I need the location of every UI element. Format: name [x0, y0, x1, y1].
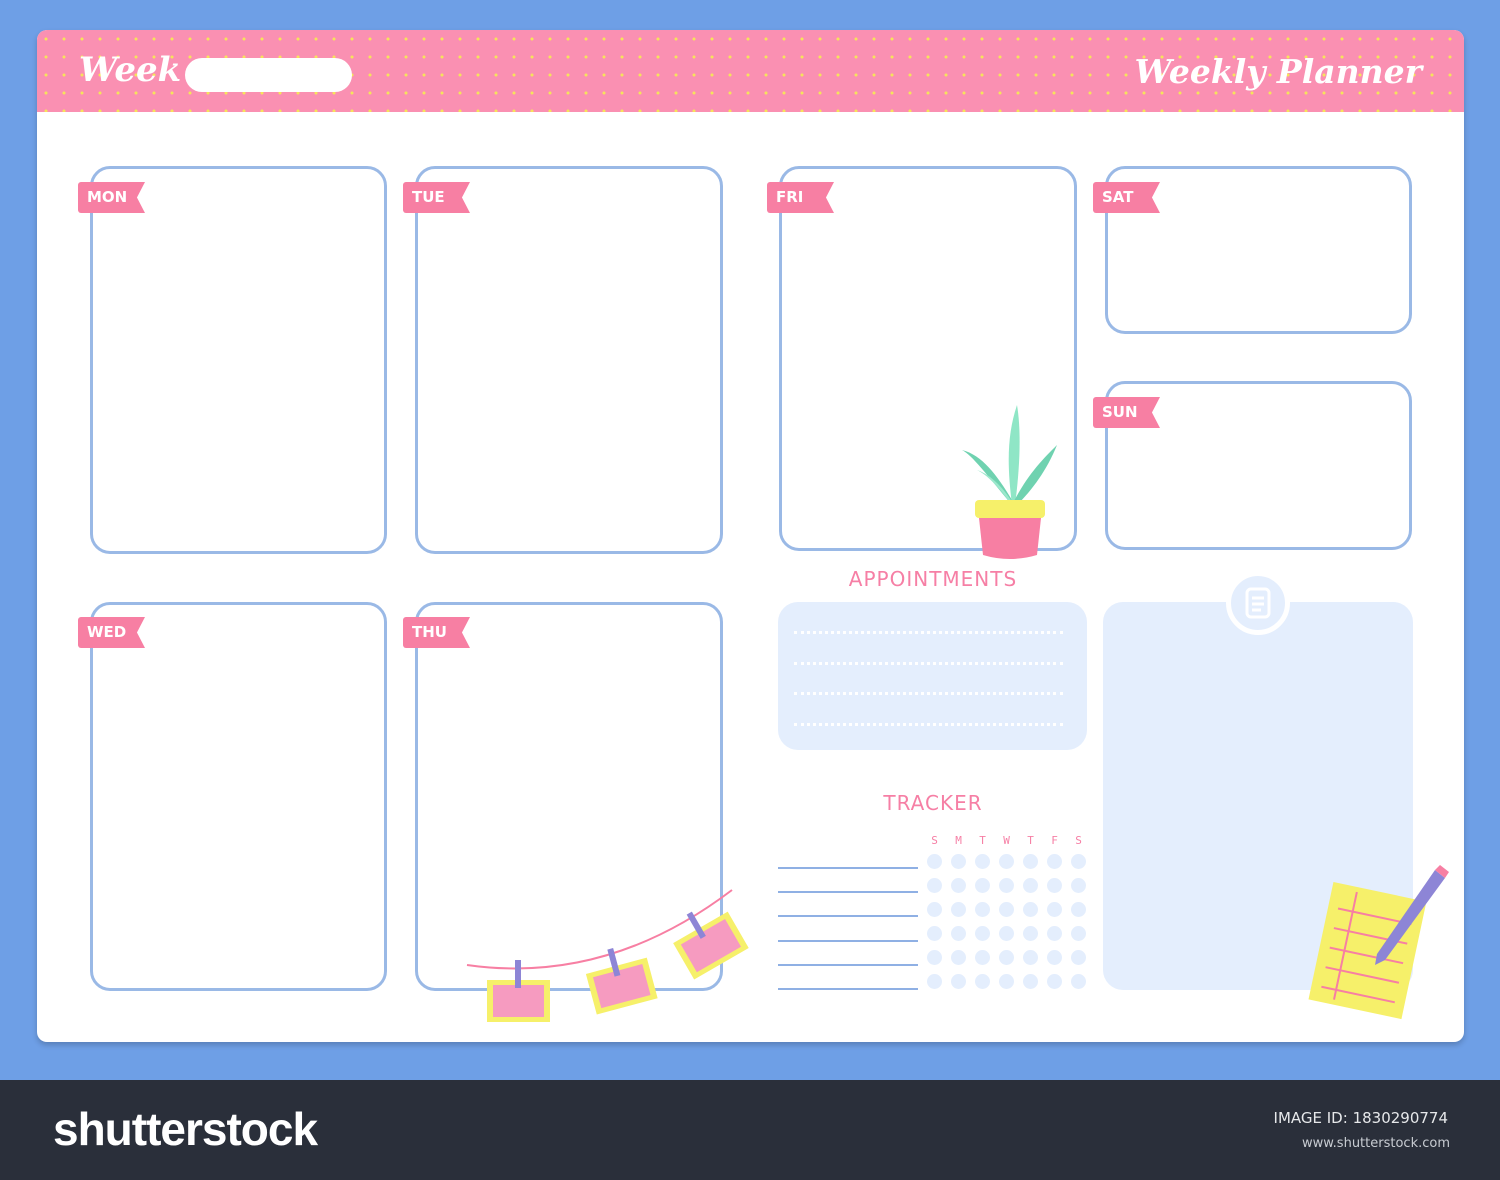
appointment-line — [794, 692, 1063, 695]
planner-card: Week Weekly Planner MON TUE FRI SAT SUN … — [37, 30, 1464, 1042]
tracker-dot[interactable] — [999, 878, 1014, 893]
tracker-dot[interactable] — [1071, 902, 1086, 917]
tracker-weekday: M — [955, 834, 962, 847]
day-box-tue[interactable] — [415, 166, 723, 554]
tracker-dot[interactable] — [1023, 878, 1038, 893]
stock-footer: shutterstock IMAGE ID: 1830290774 www.sh… — [0, 1080, 1500, 1180]
tracker-habit-line[interactable] — [778, 867, 918, 869]
tracker-dot[interactable] — [975, 974, 990, 989]
tracker-dot[interactable] — [975, 950, 990, 965]
tracker-dot[interactable] — [927, 854, 942, 869]
tracker-weekday: S — [931, 834, 938, 847]
tracker-dot[interactable] — [951, 878, 966, 893]
tracker-dot[interactable] — [1071, 974, 1086, 989]
week-label: Week — [79, 50, 182, 90]
notes-icon — [1226, 571, 1290, 635]
tracker-dot[interactable] — [1071, 926, 1086, 941]
tracker-dot[interactable] — [1023, 902, 1038, 917]
appointment-line — [794, 662, 1063, 665]
plant-illustration — [962, 405, 1057, 559]
tracker-dot[interactable] — [999, 902, 1014, 917]
shutterstock-logo: shutterstock — [53, 1103, 318, 1155]
tracker-habit-line[interactable] — [778, 891, 918, 894]
image-id-label: IMAGE ID: — [1273, 1109, 1348, 1127]
tracker-dot[interactable] — [1047, 974, 1062, 989]
notepad-pencil-icon — [1308, 865, 1449, 1020]
day-tag-mon: MON — [78, 182, 145, 213]
tracker-dot[interactable] — [1023, 950, 1038, 965]
tracker-dot[interactable] — [951, 950, 966, 965]
tracker-dot[interactable] — [951, 974, 966, 989]
tracker-title: TRACKER — [883, 791, 983, 815]
tracker-dot[interactable] — [975, 878, 990, 893]
tracker-dot[interactable] — [1047, 926, 1062, 941]
tracker-dot[interactable] — [1071, 854, 1086, 869]
tracker-dot[interactable] — [975, 854, 990, 869]
tracker-dot[interactable] — [1047, 854, 1062, 869]
day-box-mon[interactable] — [90, 166, 387, 554]
planner-title: Weekly Planner — [1134, 52, 1422, 91]
day-tag-fri: FRI — [767, 182, 834, 213]
tracker-dot[interactable] — [1023, 854, 1038, 869]
tracker-habit-line[interactable] — [778, 939, 918, 942]
image-id: IMAGE ID: 1830290774 — [1274, 1109, 1448, 1127]
tracker-dot[interactable] — [927, 950, 942, 965]
photo-string-decoration — [466, 889, 749, 1022]
tracker-dot[interactable] — [999, 950, 1014, 965]
tracker-dot[interactable] — [1071, 878, 1086, 893]
site-url: www.shutterstock.com — [1301, 1136, 1450, 1151]
tracker-dot[interactable] — [927, 878, 942, 893]
day-box-wed[interactable] — [90, 602, 387, 991]
appointment-line — [794, 723, 1063, 726]
tracker-dot[interactable] — [1047, 902, 1062, 917]
tracker-habit-line[interactable] — [778, 988, 918, 990]
planner-header: Week Weekly Planner — [37, 30, 1464, 112]
appointments-panel[interactable] — [778, 602, 1087, 750]
appointments-title: APPOINTMENTS — [848, 567, 1018, 591]
tracker-weekday: S — [1075, 834, 1082, 847]
tracker-weekday: W — [1003, 834, 1010, 847]
day-tag-tue: TUE — [403, 182, 470, 213]
week-field[interactable] — [185, 58, 352, 92]
tracker-weekday: T — [1027, 834, 1034, 847]
day-tag-thu: THU — [403, 617, 470, 648]
appointment-line — [794, 631, 1063, 634]
tracker-dot[interactable] — [927, 974, 942, 989]
day-tag-sat: SAT — [1093, 182, 1160, 213]
tracker-dot[interactable] — [951, 902, 966, 917]
day-tag-sun: SUN — [1093, 397, 1160, 428]
tracker-dot[interactable] — [1023, 926, 1038, 941]
tracker-weekday: T — [979, 834, 986, 847]
tracker-habit-line[interactable] — [778, 915, 918, 918]
tracker-dot[interactable] — [1047, 878, 1062, 893]
tracker-habit-line[interactable] — [778, 963, 918, 966]
tracker-dot[interactable] — [951, 854, 966, 869]
day-tag-wed: WED — [78, 617, 145, 648]
tracker-dot[interactable] — [1047, 950, 1062, 965]
tracker-dot[interactable] — [951, 926, 966, 941]
image-id-value: 1830290774 — [1352, 1109, 1448, 1127]
tracker-dot[interactable] — [999, 854, 1014, 869]
tracker-dot[interactable] — [999, 926, 1014, 941]
tracker-weekday: F — [1051, 834, 1058, 847]
tracker-dot[interactable] — [975, 902, 990, 917]
tracker-dot[interactable] — [975, 926, 990, 941]
tracker-dot[interactable] — [999, 974, 1014, 989]
tracker-dot[interactable] — [1071, 950, 1086, 965]
tracker-dot[interactable] — [927, 902, 942, 917]
tracker-dot[interactable] — [1023, 974, 1038, 989]
tracker-dot[interactable] — [927, 926, 942, 941]
